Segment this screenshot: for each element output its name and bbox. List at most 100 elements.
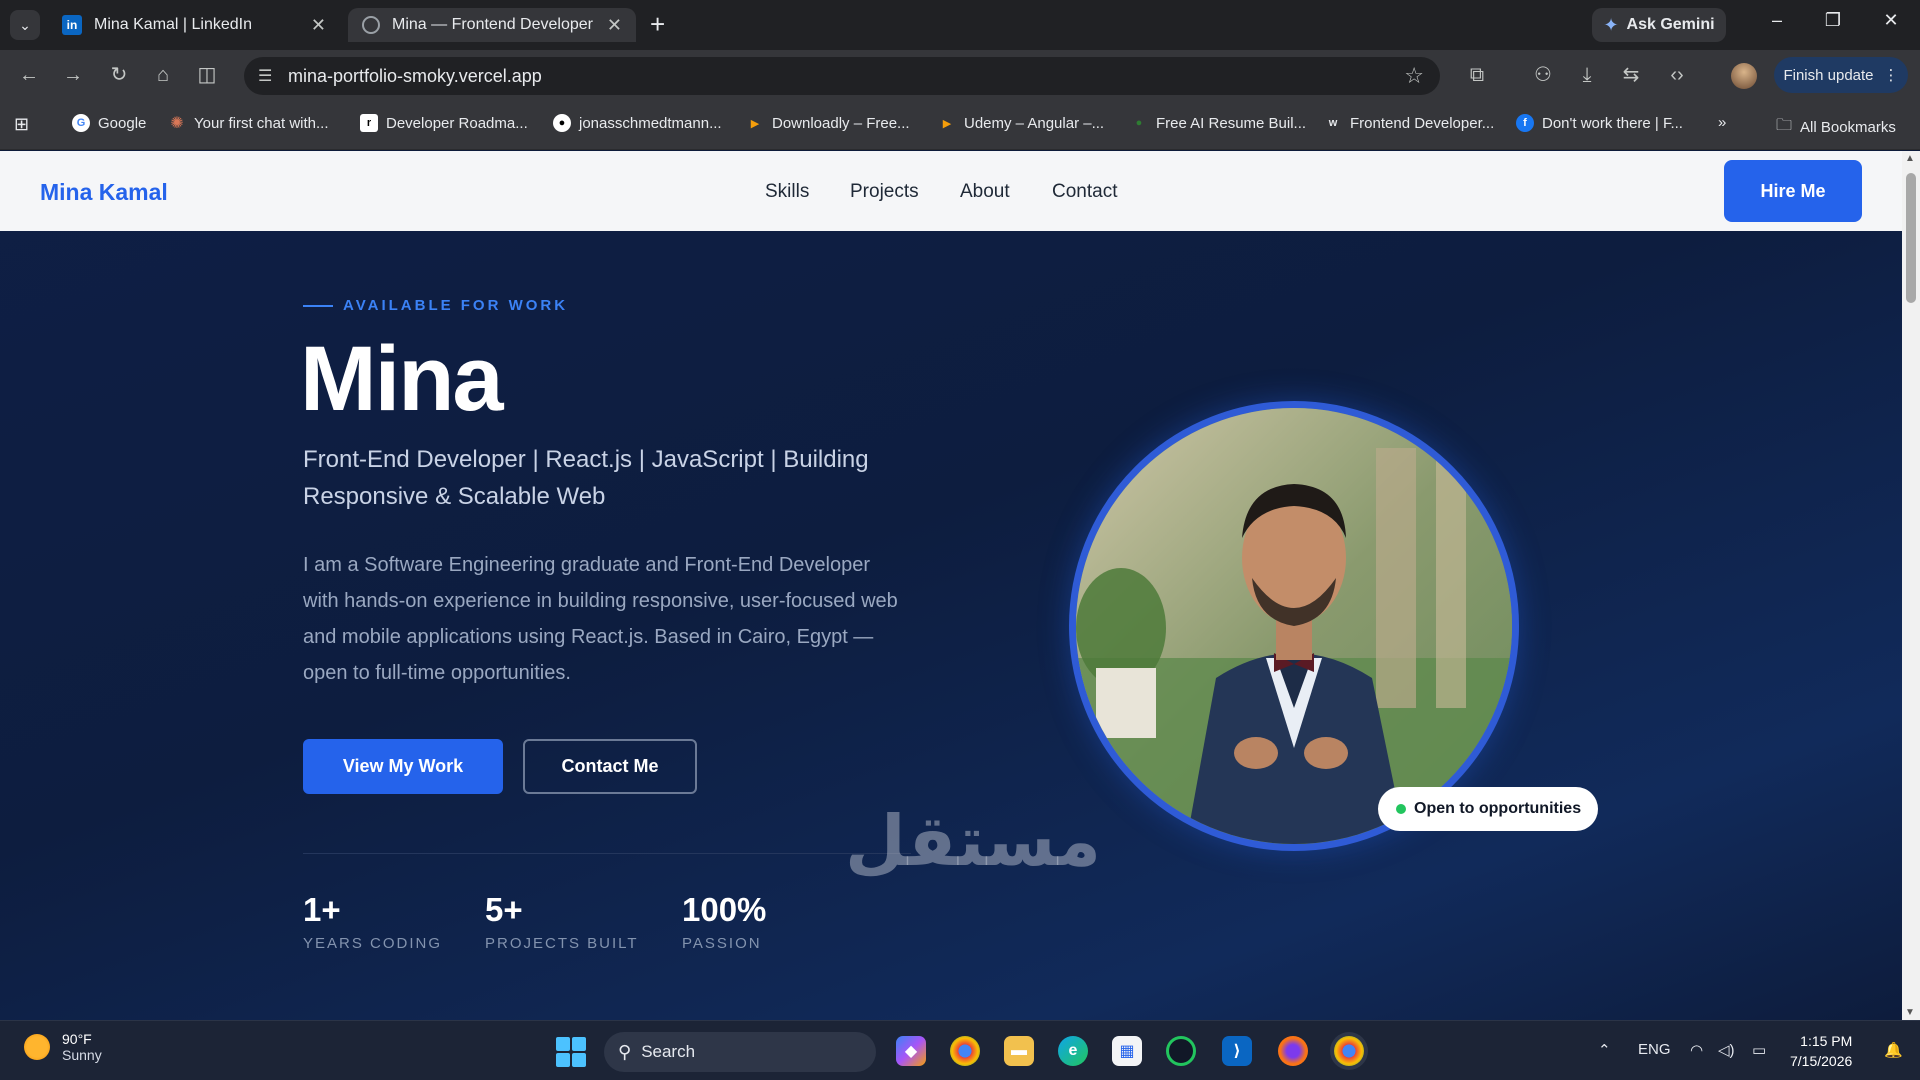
language-indicator[interactable]: ENG (1638, 1041, 1671, 1058)
stat-projects: 5+ PROJECTS BUILT (485, 891, 639, 952)
ask-gemini-button[interactable]: ✦ Ask Gemini (1592, 8, 1726, 42)
bookmark-downloadly[interactable]: ▶ Downloadly – Free... (746, 114, 910, 132)
split-view-icon[interactable]: ◫ (194, 63, 220, 87)
page-scrollbar[interactable]: ▲ ▼ (1902, 151, 1920, 1020)
tab-linkedin[interactable]: in Mina Kamal | LinkedIn ✕ (48, 8, 340, 42)
nav-projects[interactable]: Projects (850, 181, 919, 203)
stat-passion: 100% PASSION (682, 891, 766, 952)
new-tab-button[interactable]: + (650, 10, 665, 38)
browser-tab-bar: ⌄ in Mina Kamal | LinkedIn ✕ Mina — Fron… (0, 0, 1920, 50)
home-icon[interactable]: ⌂ (150, 63, 176, 87)
windows-logo-icon (556, 1037, 570, 1051)
close-icon[interactable]: ✕ (607, 15, 622, 36)
extensions-icon[interactable]: ⧉ (1464, 63, 1490, 87)
incognito-icon[interactable]: ⚇ (1530, 63, 1556, 87)
globe-icon (362, 16, 380, 34)
notifications-icon[interactable]: 🔔 (1884, 1041, 1903, 1059)
nav-skills[interactable]: Skills (765, 181, 809, 203)
site-info-icon[interactable]: ☰ (258, 66, 272, 86)
tab-search-button[interactable]: ⌄ (10, 10, 40, 40)
tab-title: Mina Kamal | LinkedIn (94, 16, 253, 33)
download-icon[interactable]: ⤓ (1574, 63, 1600, 87)
all-bookmarks[interactable]: 🗀 All Bookmarks (1776, 114, 1896, 141)
browser-toolbar: ← → ↻ ⌂ ◫ ☰ mina-portfolio-smoky.vercel.… (0, 50, 1920, 100)
weather-temp: 90°F (62, 1031, 92, 1047)
bookmark-label: Your first chat with... (194, 114, 329, 132)
chrome-active-icon[interactable] (1334, 1036, 1364, 1066)
scroll-down-icon[interactable]: ▼ (1905, 1007, 1915, 1018)
ask-gemini-label: Ask Gemini (1626, 16, 1715, 33)
firefox-icon[interactable] (1278, 1036, 1308, 1066)
bookmark-claude[interactable]: ✺ Your first chat with... (168, 114, 329, 133)
view-my-work-button[interactable]: View My Work (303, 739, 503, 794)
file-explorer-icon[interactable]: ▬ (1004, 1036, 1034, 1066)
battery-icon[interactable]: ▭ (1752, 1041, 1766, 1059)
minimize-icon[interactable]: – (1762, 10, 1792, 31)
weather-widget[interactable]: 90°F Sunny (24, 1031, 102, 1063)
bookmark-udemy[interactable]: ▶ Udemy – Angular –... (938, 114, 1104, 132)
stat-years: 1+ YEARS CODING (303, 891, 442, 952)
wifi-icon[interactable]: ◠ (1690, 1041, 1703, 1059)
bookmarks-bar: ⊞ G Google ✺ Your first chat with... r D… (0, 100, 1920, 150)
sun-icon (24, 1034, 50, 1060)
back-icon[interactable]: ← (16, 63, 42, 87)
tray-chevron-icon[interactable]: ⌃ (1598, 1041, 1611, 1059)
taskbar-search[interactable]: ⚲ Search (604, 1032, 876, 1072)
chrome-icon[interactable] (950, 1036, 980, 1066)
vscode-icon[interactable]: ⟩ (1222, 1036, 1252, 1066)
more-bookmarks-icon[interactable]: » (1718, 114, 1726, 131)
address-bar[interactable]: ☰ mina-portfolio-smoky.vercel.app ☆ (244, 57, 1440, 95)
nav-about[interactable]: About (960, 181, 1010, 203)
claude-icon: ✺ (170, 115, 184, 132)
translate-icon[interactable]: ⇆ (1618, 63, 1644, 87)
stat-value: 5+ (485, 891, 523, 928)
contact-me-button[interactable]: Contact Me (523, 739, 697, 794)
camtasia-icon[interactable] (1166, 1036, 1196, 1066)
volume-icon[interactable]: ◁) (1718, 1041, 1735, 1059)
restore-icon[interactable]: ❐ (1818, 10, 1848, 31)
devtools-icon[interactable]: ‹› (1664, 63, 1690, 87)
play-icon: ▶ (750, 117, 760, 130)
bookmark-resume[interactable]: ● Free AI Resume Buil... (1130, 114, 1306, 132)
bookmark-frontend[interactable]: w Frontend Developer... (1324, 114, 1495, 132)
nav-contact[interactable]: Contact (1052, 181, 1117, 203)
bookmark-github[interactable]: ● jonasschmedtmann... (553, 114, 722, 132)
more-vert-icon: ⋮ (1883, 67, 1899, 84)
bookmark-facebook[interactable]: f Don't work there | F... (1516, 114, 1683, 132)
availability-eyebrow: AVAILABLE FOR WORK (303, 297, 568, 314)
folder-icon: 🗀 (1776, 117, 1793, 134)
bookmark-star-icon[interactable]: ☆ (1404, 63, 1424, 89)
microsoft-store-icon[interactable]: ▦ (1112, 1036, 1142, 1066)
hire-me-button[interactable]: Hire Me (1724, 160, 1862, 222)
bookmark-roadmap[interactable]: r Developer Roadma... (360, 114, 528, 132)
finish-update-label: Finish update (1783, 66, 1874, 84)
url-text: mina-portfolio-smoky.vercel.app (288, 65, 542, 86)
close-icon[interactable]: ✕ (311, 15, 326, 36)
scrollbar-thumb[interactable] (1906, 173, 1916, 303)
copilot-icon[interactable]: ◆ (896, 1036, 926, 1066)
eyebrow-text: AVAILABLE FOR WORK (343, 297, 569, 314)
system-clock[interactable]: 1:15 PM 7/15/2026 (1790, 1031, 1852, 1071)
portfolio-page: Mina Kamal Skills Projects About Contact… (0, 151, 1902, 1020)
github-icon: ● (553, 114, 571, 132)
hero-name: Mina (300, 328, 504, 430)
window-close-icon[interactable]: ✕ (1876, 10, 1906, 31)
bookmark-label: Developer Roadma... (386, 114, 528, 132)
windows-taskbar: 90°F Sunny ⚲ Search ◆ ▬ e ▦ ⟩ ⌃ ENG ◠ ◁)… (0, 1020, 1920, 1080)
site-brand[interactable]: Mina Kamal (40, 179, 168, 206)
bookmark-google[interactable]: G Google (72, 114, 146, 132)
tab-portfolio[interactable]: Mina — Frontend Developer ✕ (348, 8, 636, 42)
forward-icon[interactable]: → (60, 63, 86, 87)
finish-update-button[interactable]: Finish update ⋮ (1774, 57, 1908, 93)
profile-avatar[interactable] (1731, 63, 1757, 89)
edge-icon[interactable]: e (1058, 1036, 1088, 1066)
apps-grid-icon[interactable]: ⊞ (14, 114, 29, 135)
reload-icon[interactable]: ↻ (106, 63, 132, 87)
stat-label: PROJECTS BUILT (485, 935, 639, 952)
bookmark-label: Don't work there | F... (1542, 114, 1683, 132)
bookmark-label: Downloadly – Free... (772, 114, 910, 132)
scroll-up-icon[interactable]: ▲ (1905, 153, 1915, 164)
start-button[interactable] (556, 1037, 586, 1067)
weather-condition: Sunny (62, 1047, 102, 1063)
stat-label: PASSION (682, 935, 762, 952)
